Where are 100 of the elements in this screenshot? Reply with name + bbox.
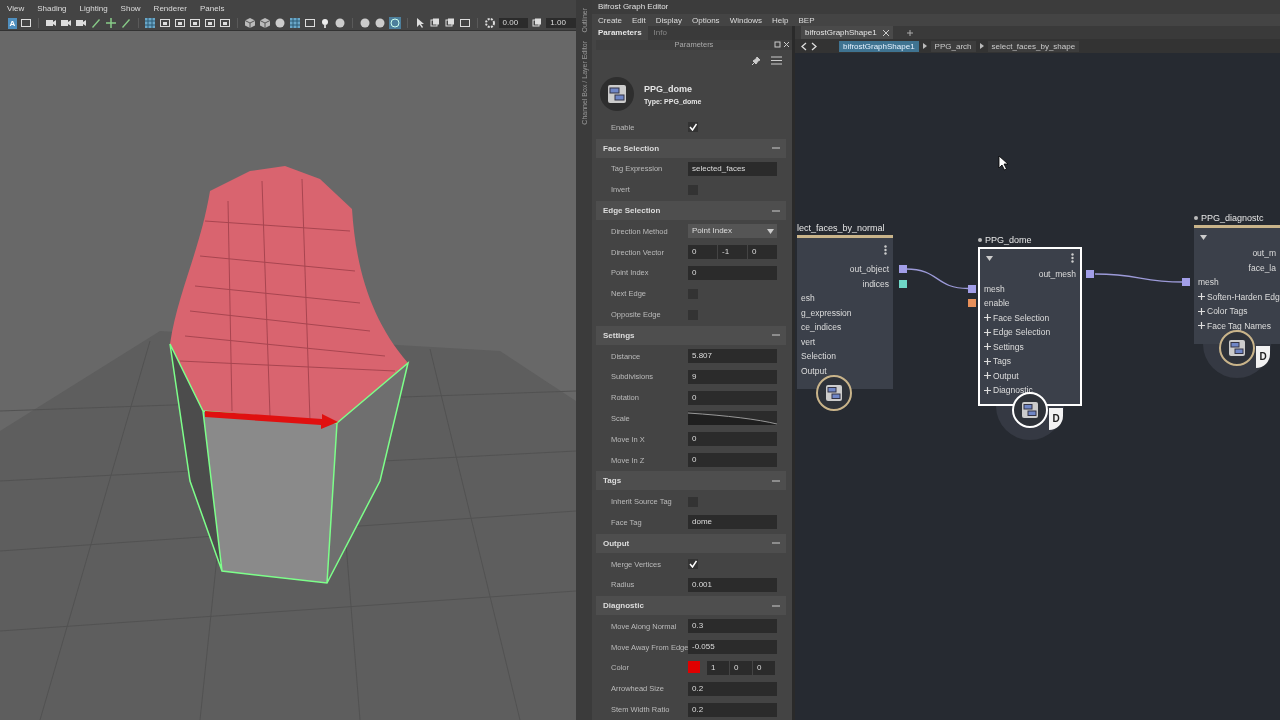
cube-icon[interactable]	[259, 17, 272, 29]
section-header[interactable]: Edge Selection	[596, 201, 786, 221]
frame-icon[interactable]	[19, 17, 32, 29]
sphere-icon[interactable]	[274, 17, 287, 29]
breadcrumb[interactable]: bifrostGraphShape1	[839, 40, 919, 52]
section-header[interactable]: Settings	[596, 325, 786, 345]
input-port[interactable]	[968, 284, 976, 293]
collapse-arrow-icon[interactable]	[986, 255, 993, 261]
menu-item[interactable]: Help	[772, 15, 789, 25]
sphere-icon[interactable]	[374, 17, 386, 29]
menu-item[interactable]: View	[7, 3, 25, 13]
section-header[interactable]: Tags	[596, 471, 786, 491]
grid-icon[interactable]	[144, 17, 157, 29]
panel-tab[interactable]: Parameters	[592, 26, 648, 40]
value-field[interactable]: selected_faces	[688, 161, 777, 176]
frame-icon[interactable]	[458, 17, 471, 29]
caret-icon	[767, 228, 774, 234]
menu-item[interactable]: Panels	[199, 3, 225, 13]
gear-icon[interactable]	[483, 17, 496, 29]
menu-icon[interactable]	[771, 56, 782, 66]
close-icon[interactable]	[882, 29, 889, 36]
layout-icon[interactable]	[204, 17, 217, 29]
node-title: PPG_diagnostc	[1201, 213, 1264, 223]
window-icon[interactable]	[428, 17, 441, 29]
close-icon[interactable]	[783, 40, 790, 48]
pen-icon[interactable]	[119, 17, 132, 29]
menu-item[interactable]: Lighting	[79, 3, 108, 13]
camera-icon[interactable]	[59, 17, 72, 29]
sphere-icon[interactable]	[359, 17, 371, 29]
section-header[interactable]: Face Selection	[596, 138, 786, 158]
section-header[interactable]: Output	[596, 533, 786, 553]
value-field[interactable]: 1	[707, 661, 729, 675]
output-port[interactable]	[899, 279, 907, 288]
section-title: Diagnostic	[603, 601, 644, 611]
value-field[interactable]: 0	[748, 245, 777, 260]
value-field[interactable]: -1	[718, 245, 747, 260]
ramp-field[interactable]	[688, 411, 777, 426]
value-field[interactable]: 0.2	[688, 681, 777, 696]
pin-icon[interactable]	[751, 55, 761, 66]
collapse-arrow-icon[interactable]	[1200, 234, 1207, 240]
more-icon[interactable]	[1071, 253, 1074, 263]
value-field[interactable]: 0.001	[688, 577, 777, 592]
value-field[interactable]: 0	[753, 661, 775, 675]
value-field[interactable]: dome	[688, 515, 777, 530]
value-field[interactable]: 0	[688, 265, 777, 280]
value-field[interactable]: 0.2	[688, 702, 777, 717]
breadcrumb[interactable]: PPG_arch	[930, 40, 976, 52]
menu-item[interactable]: Shading	[37, 3, 67, 13]
target-icon[interactable]	[389, 17, 401, 29]
pen-icon[interactable]	[89, 17, 102, 29]
menu-item[interactable]: Create	[598, 15, 622, 25]
layout-icon[interactable]	[189, 17, 202, 29]
more-icon[interactable]	[884, 245, 887, 255]
sphere-icon[interactable]	[334, 17, 347, 29]
camera-icon[interactable]	[44, 17, 57, 29]
layout-icon[interactable]	[219, 17, 232, 29]
input-port[interactable]	[968, 299, 976, 307]
grid-icon[interactable]	[289, 17, 302, 29]
port-label: Output	[993, 370, 1019, 381]
menu-item[interactable]: Options	[692, 15, 720, 25]
value-field[interactable]: 0	[688, 245, 717, 260]
layout-icon[interactable]	[174, 17, 187, 29]
cube-icon[interactable]	[244, 17, 257, 29]
frame-icon[interactable]	[304, 17, 317, 29]
breadcrumb[interactable]: select_faces_by_shape	[987, 40, 1080, 52]
back-icon[interactable]	[801, 41, 807, 51]
layout-icon[interactable]	[159, 17, 172, 29]
menu-item[interactable]: Show	[120, 3, 141, 13]
number-field[interactable]: 1.00	[546, 18, 576, 28]
move-icon[interactable]	[104, 17, 117, 29]
section-header[interactable]: Diagnostic	[596, 596, 786, 616]
color-swatch[interactable]	[688, 661, 700, 673]
number-field[interactable]: 0.00	[498, 18, 529, 28]
checkbox[interactable]	[688, 559, 698, 569]
menu-item[interactable]: BEP	[798, 15, 815, 25]
value-field[interactable]: 0	[688, 453, 777, 468]
port-label: Selection	[801, 351, 836, 362]
window-icon[interactable]	[531, 17, 544, 29]
port-label: Output	[801, 365, 827, 376]
forward-icon[interactable]	[811, 41, 817, 51]
input-port[interactable]	[1182, 278, 1190, 286]
graph-tab[interactable]: bifrostGraphShape1	[801, 26, 893, 39]
menu-item[interactable]: Edit	[632, 15, 646, 25]
value-field[interactable]: 0	[730, 661, 752, 675]
checkbox[interactable]	[688, 122, 698, 133]
value-field[interactable]: 0.3	[688, 619, 777, 634]
value-field[interactable]: 0	[688, 432, 777, 447]
value-field[interactable]: 9	[688, 369, 777, 384]
window-icon[interactable]	[443, 17, 456, 29]
value-field[interactable]: 5.807	[688, 349, 777, 364]
plus-icon[interactable]	[906, 29, 913, 36]
value-field[interactable]: -0.055	[688, 640, 777, 655]
menu-item[interactable]: Display	[655, 15, 683, 25]
float-icon[interactable]	[774, 40, 781, 48]
dropdown[interactable]: Point Index	[688, 224, 777, 239]
badge: D	[1256, 346, 1270, 368]
menu-item[interactable]: Renderer	[153, 3, 187, 13]
value-field[interactable]: 0	[688, 390, 777, 405]
menu-item[interactable]: Windows	[729, 15, 763, 25]
camera-icon[interactable]	[74, 17, 87, 29]
